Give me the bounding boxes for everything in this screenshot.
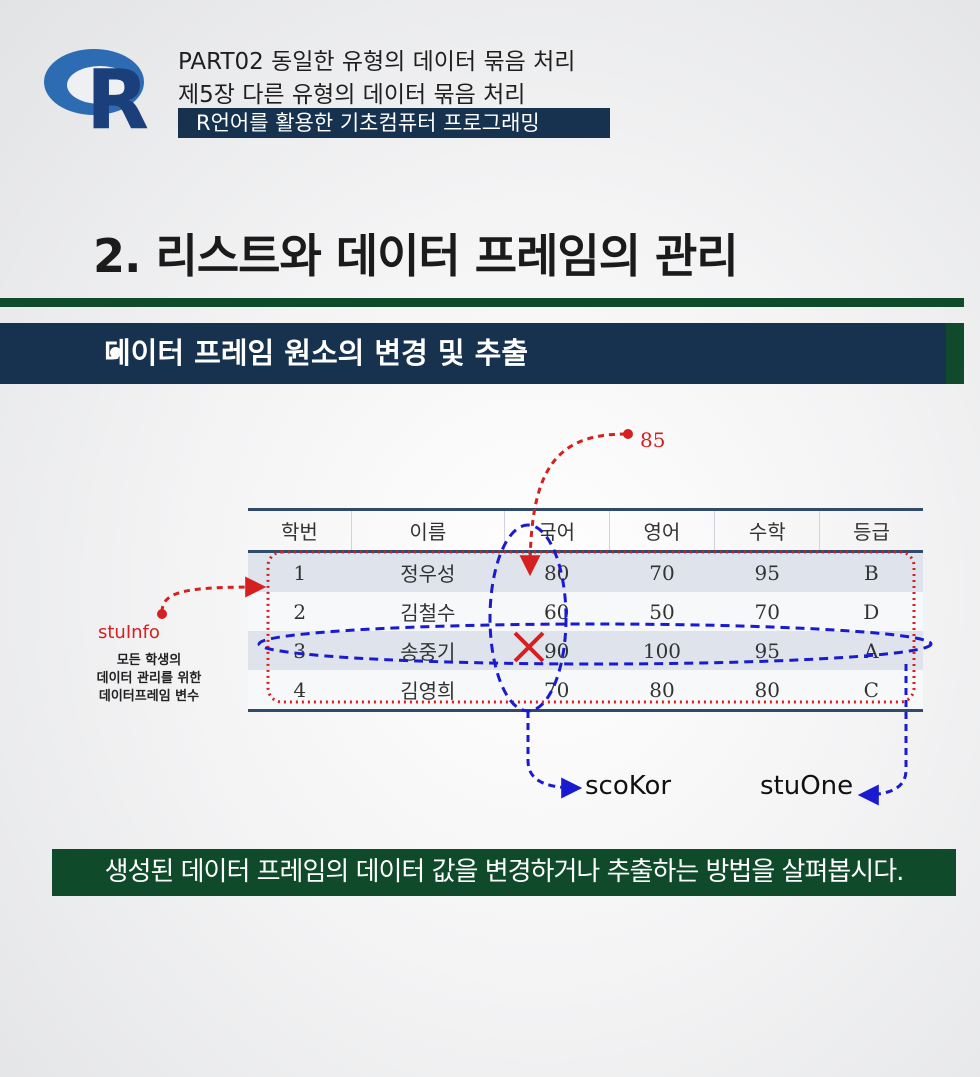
stuinfo-dot bbox=[157, 609, 167, 619]
stuone-label: stuOne bbox=[760, 771, 854, 801]
scokor-label: scoKor bbox=[585, 771, 672, 801]
stuinfo-description-line: 데이터프레임 변수 bbox=[98, 689, 200, 704]
stuinfo-label: stuInfo bbox=[98, 622, 160, 643]
header-grade: 등급 bbox=[819, 509, 923, 552]
cell-korean: 60 bbox=[543, 599, 570, 624]
title-divider bbox=[0, 298, 964, 307]
course-banner: R언어를 활용한 기초컴퓨터 프로그래밍 bbox=[178, 108, 610, 138]
stuinfo-arrow bbox=[160, 576, 267, 613]
part-heading: PART02 동일한 유형의 데이터 묶음 처리 bbox=[178, 49, 576, 75]
cell-math: 95 bbox=[754, 560, 780, 585]
section-band-accent bbox=[946, 323, 964, 384]
svg-text:R: R bbox=[86, 53, 149, 132]
cell-student-id: 1 bbox=[293, 560, 307, 585]
cell-korean: 80 bbox=[543, 560, 570, 585]
header-student-id: 학번 bbox=[281, 520, 318, 544]
cell-math: 95 bbox=[754, 638, 780, 663]
cell-student-id: 3 bbox=[293, 638, 307, 663]
header-math: 수학 bbox=[714, 509, 820, 552]
cell-name: 정우성 bbox=[400, 562, 456, 586]
cell-english: 80 bbox=[649, 677, 675, 702]
stuinfo-description-line: 데이터 관리를 위한 bbox=[96, 671, 202, 686]
section-band: 데이터 프레임 원소의 변경 및 추출 bbox=[0, 323, 946, 384]
cell-math: 80 bbox=[754, 677, 780, 702]
chapter-heading: 제5장 다른 유형의 데이터 묶음 처리 bbox=[178, 82, 526, 108]
header-name: 이름 bbox=[350, 509, 505, 552]
cell-math: 70 bbox=[754, 599, 780, 624]
table-row: 4 김영희 70 80 80 C bbox=[248, 670, 923, 711]
replace-value-dot bbox=[623, 429, 633, 439]
cell-grade: D bbox=[863, 599, 880, 624]
slide-title: 2. 리스트와 데이터 프레임의 관리 bbox=[93, 229, 739, 283]
cell-name: 김철수 bbox=[400, 601, 456, 625]
cell-english: 100 bbox=[642, 638, 682, 663]
scokor-arrow bbox=[526, 711, 583, 799]
table-row: 1 정우성 80 70 95 B bbox=[248, 551, 923, 592]
cell-grade: A bbox=[864, 638, 879, 663]
cell-student-id: 4 bbox=[293, 677, 307, 702]
cell-english: 70 bbox=[649, 560, 675, 585]
data-frame-table: 학번 이름 국어 영어 수학 등급 1 정우성 80 70 95 B 2 김철수… bbox=[248, 508, 923, 712]
r-logo-icon: R bbox=[44, 49, 149, 132]
bullet-icon bbox=[110, 347, 121, 358]
cell-name: 김영희 bbox=[400, 679, 456, 703]
stuinfo-description: 모든 학생의 데이터 관리를 위한 데이터프레임 변수 bbox=[64, 652, 234, 706]
stuinfo-description-line: 모든 학생의 bbox=[116, 653, 182, 668]
table-header-row: 학번 이름 국어 영어 수학 등급 bbox=[248, 509, 923, 552]
new-value-label: 85 bbox=[640, 428, 666, 452]
header-english: 영어 bbox=[608, 509, 715, 552]
caption-banner: 생성된 데이터 프레임의 데이터 값을 변경하거나 추출하는 방법을 살펴봅시다… bbox=[52, 849, 956, 896]
table-row: 3 송중기 90 100 95 A bbox=[248, 631, 923, 670]
cell-korean: 70 bbox=[543, 677, 570, 702]
cell-student-id: 2 bbox=[293, 599, 307, 624]
header-korean: 국어 bbox=[503, 509, 610, 552]
cell-grade: C bbox=[863, 677, 879, 702]
cell-korean: 90 bbox=[543, 638, 570, 663]
table-row: 2 김철수 60 50 70 D bbox=[248, 592, 923, 631]
cell-grade: B bbox=[863, 560, 879, 585]
cell-english: 50 bbox=[649, 599, 675, 624]
cell-name: 송중기 bbox=[400, 640, 456, 664]
